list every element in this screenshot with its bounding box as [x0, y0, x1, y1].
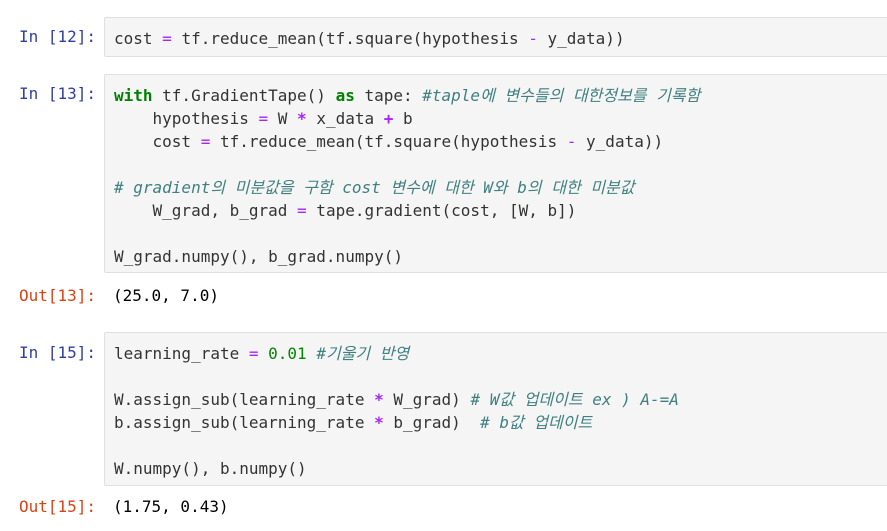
input-prompt: In [13]: [18, 84, 96, 103]
code-editor[interactable]: cost = tf.reduce_mean(tf.square(hypothes… [105, 18, 887, 50]
input-prompt: In [12]: [18, 27, 96, 46]
code-line: learning_rate = 0.01 #기울기 반영 [114, 344, 410, 363]
code-line: W.assign_sub(learning_rate * W_grad) # W… [114, 390, 679, 409]
code-line: hypothesis = W * x_data + b [114, 109, 413, 128]
code-input-area[interactable]: cost = tf.reduce_mean(tf.square(hypothes… [104, 17, 887, 57]
notebook: In [12]: cost = tf.reduce_mean(tf.square… [0, 0, 887, 531]
code-line: cost = tf.reduce_mean(tf.square(hypothes… [114, 132, 664, 151]
code-line: W.numpy(), b.numpy() [114, 459, 307, 478]
code-input-area[interactable]: learning_rate = 0.01 #기울기 반영 W.assign_su… [104, 332, 887, 486]
code-input-area[interactable]: with tf.GradientTape() as tape: #taple에 … [104, 74, 887, 273]
code-line: W_grad, b_grad = tape.gradient(cost, [W,… [114, 201, 577, 220]
code-line: # gradient의 미분값을 구함 cost 변수에 대한 W와 b의 대한… [114, 178, 635, 197]
code-line: b.assign_sub(learning_rate * b_grad) # b… [114, 413, 593, 432]
output-result: (25.0, 7.0) [113, 286, 219, 305]
output-prompt: Out[15]: [18, 497, 96, 516]
code-editor[interactable]: learning_rate = 0.01 #기울기 반영 W.assign_su… [105, 333, 887, 480]
input-prompt: In [15]: [18, 343, 96, 362]
output-result: (1.75, 0.43) [113, 497, 229, 516]
code-line: W_grad.numpy(), b_grad.numpy() [114, 247, 403, 266]
code-line: with tf.GradientTape() as tape: #taple에 … [114, 86, 701, 105]
output-prompt: Out[13]: [18, 286, 96, 305]
code-line: cost = tf.reduce_mean(tf.square(hypothes… [114, 29, 625, 48]
code-editor[interactable]: with tf.GradientTape() as tape: #taple에 … [105, 75, 887, 268]
